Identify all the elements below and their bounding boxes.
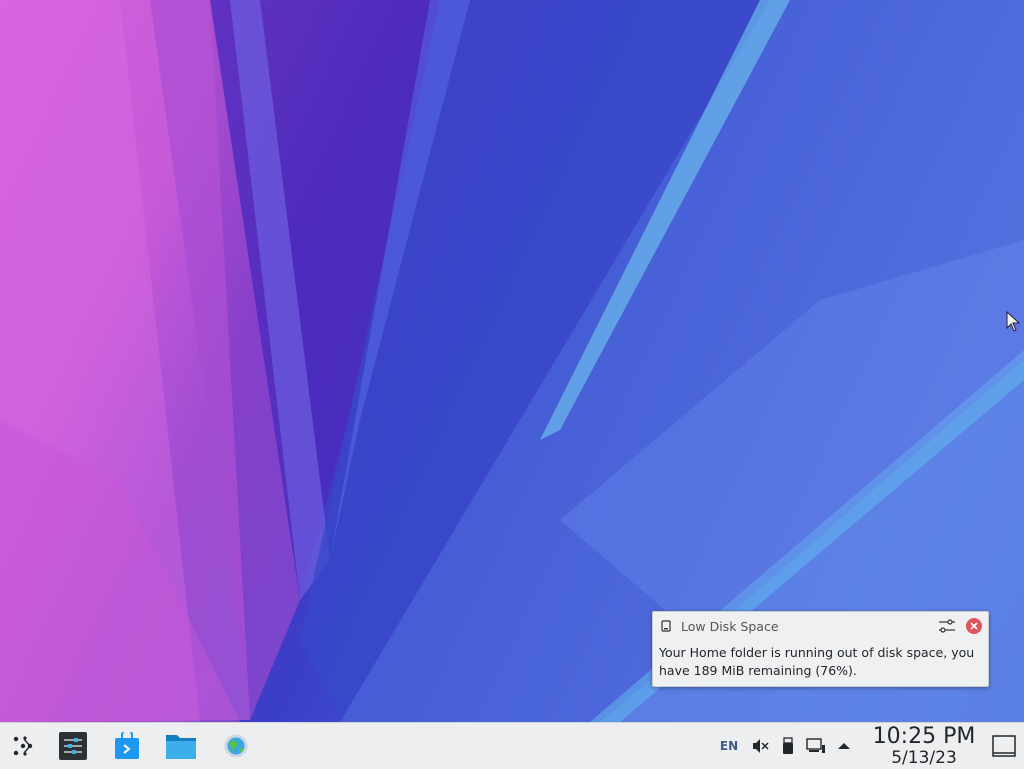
network-button[interactable]: [802, 723, 830, 769]
peek-at-desktop-button[interactable]: [984, 723, 1024, 769]
web-browser-icon: [224, 734, 248, 758]
usb-drive-icon: [783, 737, 793, 754]
notification-title: Low Disk Space: [681, 618, 779, 634]
show-hidden-icons-button[interactable]: [830, 723, 858, 769]
notification-close-button[interactable]: [966, 618, 982, 634]
clock-time: 10:25 PM: [872, 724, 976, 749]
system-settings-icon: [59, 732, 87, 760]
file-manager-icon: [166, 735, 196, 759]
keyboard-layout-label: EN: [719, 739, 739, 753]
chevron-up-icon: [838, 743, 850, 749]
application-launcher-icon: [13, 736, 33, 756]
notification-settings-icon[interactable]: [936, 615, 958, 637]
disk-drive-icon: [659, 619, 673, 633]
notification-header: Low Disk Space: [653, 612, 988, 640]
notification-body: Your Home folder is running out of disk …: [659, 645, 975, 678]
keyboard-layout-indicator[interactable]: EN: [712, 723, 746, 769]
system-tray: EN 10:25 PM 5/13/23: [712, 723, 1024, 769]
clock-date: 5/13/23: [891, 748, 957, 768]
low-disk-space-notification[interactable]: Low Disk Space Your Home folder is runni…: [652, 611, 989, 687]
system-settings-launcher[interactable]: [46, 723, 100, 769]
mouse-cursor-icon: [1006, 311, 1020, 332]
taskbar: EN 10:25 PM 5/13/23: [0, 722, 1024, 769]
network-wired-icon: [806, 738, 825, 753]
show-desktop-icon: [992, 735, 1016, 757]
discover-store-icon: [115, 732, 139, 759]
volume-muted-icon: [753, 739, 769, 753]
audio-volume-button[interactable]: [746, 723, 774, 769]
application-launcher-button[interactable]: [0, 723, 46, 769]
removable-devices-button[interactable]: [774, 723, 802, 769]
close-icon: [970, 622, 978, 630]
discover-launcher[interactable]: [100, 723, 154, 769]
web-browser-launcher[interactable]: [208, 723, 264, 769]
digital-clock[interactable]: 10:25 PM 5/13/23: [864, 724, 984, 768]
file-manager-launcher[interactable]: [154, 723, 208, 769]
